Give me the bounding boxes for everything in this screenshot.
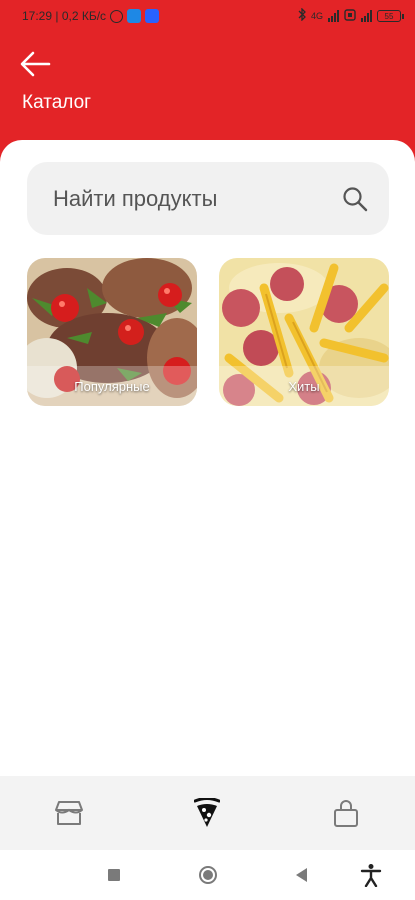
pizza-slice-icon	[194, 798, 221, 827]
telegram-icon	[127, 9, 142, 23]
messenger-icon	[145, 9, 160, 23]
signal-icon	[328, 10, 339, 22]
back-button[interactable]	[18, 48, 54, 80]
search-input[interactable]	[53, 185, 341, 212]
bluetooth-icon	[298, 7, 306, 24]
arrow-left-icon	[20, 51, 51, 77]
category-label: Популярные	[27, 366, 197, 406]
recent-apps-button[interactable]	[103, 864, 125, 886]
nav-item-store[interactable]	[39, 788, 99, 838]
status-bar: 17:29 | 0,2 КБ/с 4G 55	[0, 0, 415, 32]
signal-icon-2	[361, 10, 372, 22]
shopping-bag-icon	[333, 800, 358, 827]
status-right: 4G 55	[298, 7, 404, 24]
category-grid: Популярные Хиты	[27, 258, 389, 406]
catalog-content: Популярные	[0, 140, 415, 776]
nav-item-cart[interactable]	[316, 788, 376, 838]
category-label: Хиты	[219, 366, 389, 406]
page-title: Каталог	[22, 92, 92, 113]
accessibility-icon	[360, 864, 382, 887]
search-bar[interactable]	[27, 162, 389, 235]
status-left: 17:29 | 0,2 КБ/с	[22, 9, 160, 23]
home-icon	[199, 866, 217, 884]
status-time: 17:29 | 0,2 КБ/с	[22, 9, 107, 23]
back-triangle-icon	[296, 868, 307, 882]
search-icon[interactable]	[341, 184, 369, 214]
system-back-button[interactable]	[290, 864, 312, 886]
accessibility-button[interactable]	[360, 864, 382, 887]
recent-apps-icon	[108, 869, 120, 881]
battery-level: 55	[384, 11, 394, 21]
alarm-icon	[110, 9, 124, 23]
network-label: 4G	[310, 10, 323, 21]
store-icon	[55, 801, 84, 825]
nav-item-catalog[interactable]	[177, 788, 237, 838]
battery-icon: 55	[377, 10, 404, 22]
category-card-hits[interactable]: Хиты	[219, 258, 389, 406]
home-button[interactable]	[197, 864, 219, 886]
system-navigation	[0, 850, 415, 900]
category-card-popular[interactable]: Популярные	[27, 258, 197, 406]
bottom-navigation	[0, 776, 415, 850]
sim-icon	[344, 8, 356, 24]
